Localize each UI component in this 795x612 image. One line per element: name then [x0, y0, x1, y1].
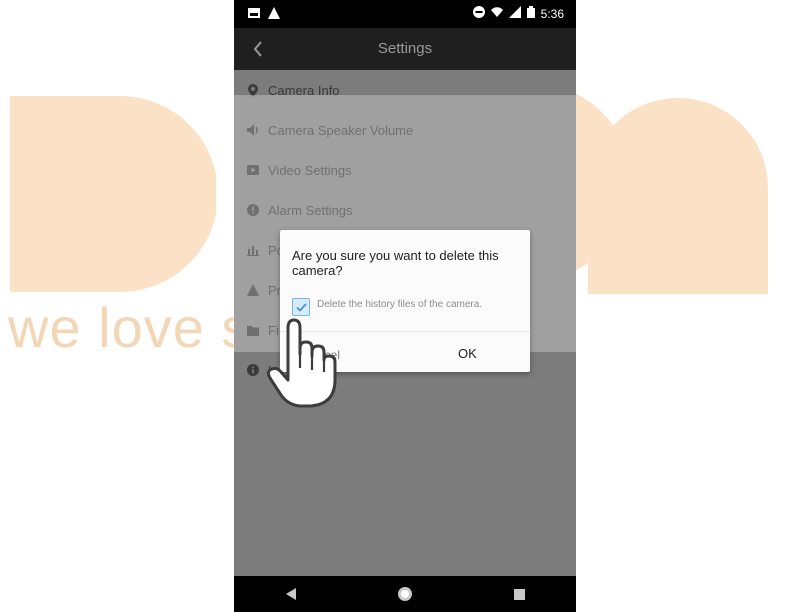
square-recents-icon — [513, 588, 525, 600]
dialog-message: Are you sure you want to delete this cam… — [292, 248, 499, 278]
triangle-back-icon — [286, 588, 296, 600]
signal-icon — [508, 6, 521, 21]
navigation-bar — [234, 576, 576, 612]
ok-button[interactable]: OK — [458, 346, 477, 361]
circle-home-icon — [398, 587, 412, 601]
watermark-logo-r — [10, 96, 216, 292]
nav-home-button[interactable] — [395, 584, 415, 604]
warning-icon — [268, 6, 280, 24]
app-bar: Settings — [234, 28, 576, 70]
nav-recents-button[interactable] — [509, 584, 529, 604]
page-title: Settings — [377, 40, 433, 57]
info-icon — [246, 363, 260, 377]
status-time: 5:36 — [540, 6, 564, 21]
do-not-disturb-icon — [472, 6, 485, 21]
watermark-logo-b-2 — [588, 98, 768, 294]
wifi-icon — [490, 6, 503, 21]
checkmark-icon — [295, 302, 307, 312]
delete-history-checkbox[interactable] — [292, 298, 310, 316]
tap-hand-cursor-icon — [266, 318, 337, 408]
delete-history-label: Delete the history files of the camera. — [317, 299, 483, 310]
nav-back-button[interactable] — [281, 584, 301, 604]
status-bar: 5:36 — [234, 0, 576, 28]
image-notification-icon — [248, 6, 260, 24]
battery-icon — [526, 6, 535, 21]
